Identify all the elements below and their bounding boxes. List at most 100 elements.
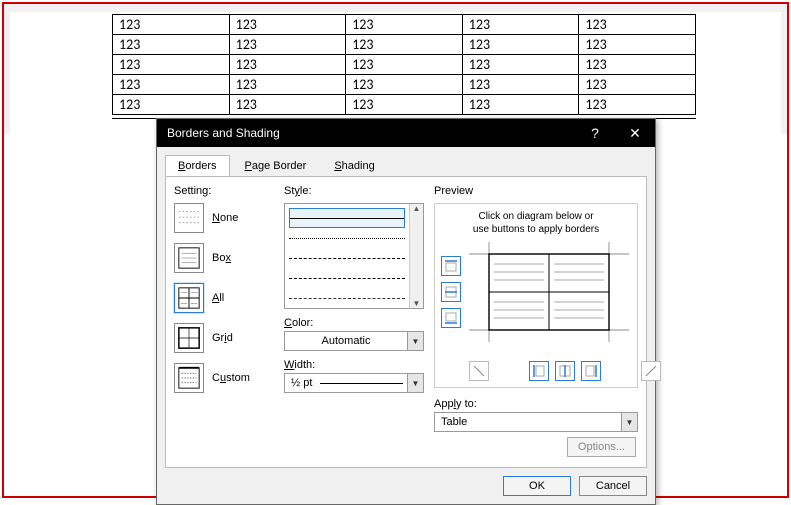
tab-borders-label: orders <box>185 160 216 172</box>
width-value: ½ pt <box>285 377 316 389</box>
ok-button[interactable]: OK <box>503 476 571 496</box>
scroll-up-icon[interactable]: ▲ <box>413 204 421 213</box>
setting-none-label: None <box>212 212 238 224</box>
color-combo[interactable]: Automatic ▼ <box>284 331 424 351</box>
border-diag-up-button[interactable] <box>641 361 661 381</box>
table-cell[interactable]: 123 <box>579 75 696 95</box>
border-right-button[interactable] <box>581 361 601 381</box>
setting-none-thumb[interactable] <box>174 203 204 233</box>
preview-hint: Click on diagram below or use buttons to… <box>441 210 631 236</box>
table-cell[interactable]: 123 <box>579 95 696 115</box>
table-row: 123 123 123 123 123 <box>113 35 696 55</box>
table-row: 123 123 123 123 123 <box>113 55 696 75</box>
setting-custom-thumb[interactable] <box>174 363 204 393</box>
tab-shading-label: hading <box>342 160 375 172</box>
color-value: Automatic <box>285 335 407 347</box>
borders-panel: Setting: None Box <box>165 176 647 468</box>
borders-and-shading-dialog: Borders and Shading ? ✕ Borders Page Bor… <box>156 118 656 505</box>
table-cell[interactable]: 123 <box>113 55 230 75</box>
style-dotted[interactable] <box>289 228 405 248</box>
document-table[interactable]: 123 123 123 123 123 123 123 123 123 123 … <box>112 14 696 115</box>
table-cell[interactable]: 123 <box>346 35 463 55</box>
setting-custom-label: Custom <box>212 372 250 384</box>
tab-page-border[interactable]: Page Border <box>232 155 320 176</box>
table-cell[interactable]: 123 <box>346 95 463 115</box>
setting-label: Setting: <box>174 185 274 197</box>
page-gap <box>10 4 781 12</box>
border-vmiddle-button[interactable] <box>555 361 575 381</box>
style-label: Style: <box>284 185 424 197</box>
table-cell[interactable]: 123 <box>462 15 579 35</box>
table-cell[interactable]: 123 <box>113 35 230 55</box>
dialog-title: Borders and Shading <box>167 126 280 140</box>
help-button[interactable]: ? <box>575 119 615 147</box>
style-dashed[interactable] <box>289 268 405 288</box>
style-dash-space[interactable] <box>289 288 405 308</box>
color-dropdown-arrow[interactable]: ▼ <box>407 332 423 350</box>
table-cell[interactable]: 123 <box>229 95 346 115</box>
border-diag-down-button[interactable] <box>469 361 489 381</box>
table-cell[interactable]: 123 <box>462 75 579 95</box>
setting-all-thumb[interactable] <box>174 283 204 313</box>
table-cell[interactable]: 123 <box>462 35 579 55</box>
style-scrollbar[interactable]: ▲ ▼ <box>409 204 423 308</box>
table-cell[interactable]: 123 <box>113 15 230 35</box>
width-dropdown-arrow[interactable]: ▼ <box>407 374 423 392</box>
table-cell[interactable]: 123 <box>579 15 696 35</box>
table-cell[interactable]: 123 <box>346 75 463 95</box>
border-top-button[interactable] <box>441 256 461 276</box>
help-icon: ? <box>591 125 599 141</box>
style-dashed-fine[interactable] <box>289 248 405 268</box>
setting-grid-label: Grid <box>212 332 233 344</box>
setting-grid-thumb[interactable] <box>174 323 204 353</box>
setting-box-label: Box <box>212 252 231 264</box>
cancel-button[interactable]: Cancel <box>579 476 647 496</box>
table-cell[interactable]: 123 <box>579 55 696 75</box>
apply-to-label: Apply to: <box>434 398 638 410</box>
table-cell[interactable]: 123 <box>462 95 579 115</box>
scroll-down-icon[interactable]: ▼ <box>413 299 421 308</box>
dialog-tabstrip: Borders Page Border Shading <box>157 147 655 176</box>
table-cell[interactable]: 123 <box>229 75 346 95</box>
setting-box-thumb[interactable] <box>174 243 204 273</box>
tab-shading[interactable]: Shading <box>321 155 387 176</box>
apply-to-value: Table <box>435 416 621 428</box>
border-hmiddle-button[interactable] <box>441 282 461 302</box>
options-button[interactable]: Options... <box>567 437 636 457</box>
table-row: 123 123 123 123 123 <box>113 75 696 95</box>
apply-to-dropdown-arrow[interactable]: ▼ <box>621 413 637 431</box>
table-cell[interactable]: 123 <box>113 75 230 95</box>
close-button[interactable]: ✕ <box>615 119 655 147</box>
ruler-gutter-right <box>781 4 787 134</box>
style-listbox[interactable]: ▲ ▼ <box>284 203 424 309</box>
color-label: Color: <box>284 317 424 329</box>
table-cell[interactable]: 123 <box>346 15 463 35</box>
width-label: Width: <box>284 359 424 371</box>
ruler-gutter-left <box>4 4 10 134</box>
table-cell[interactable]: 123 <box>229 55 346 75</box>
close-icon: ✕ <box>629 125 641 142</box>
preview-box: Click on diagram below or use buttons to… <box>434 203 638 388</box>
table-cell[interactable]: 123 <box>113 95 230 115</box>
table-row: 123 123 123 123 123 <box>113 95 696 115</box>
width-combo[interactable]: ½ pt ▼ <box>284 373 424 393</box>
table-cell[interactable]: 123 <box>579 35 696 55</box>
style-solid[interactable] <box>289 208 405 228</box>
table-cell[interactable]: 123 <box>462 55 579 75</box>
width-sample-line <box>320 383 403 384</box>
dialog-titlebar[interactable]: Borders and Shading ? ✕ <box>157 119 655 147</box>
tab-page-border-accel: P <box>245 160 252 172</box>
table-cell[interactable]: 123 <box>229 35 346 55</box>
border-left-button[interactable] <box>529 361 549 381</box>
apply-to-combo[interactable]: Table ▼ <box>434 412 638 432</box>
tab-borders[interactable]: Borders <box>165 155 230 176</box>
preview-label: Preview <box>434 185 638 197</box>
table-row: 123 123 123 123 123 <box>113 15 696 35</box>
tab-shading-accel: S <box>334 160 341 172</box>
preview-diagram[interactable] <box>469 242 629 342</box>
document-area: 123 123 123 123 123 123 123 123 123 123 … <box>4 4 787 134</box>
table-cell[interactable]: 123 <box>229 15 346 35</box>
setting-all-label: All <box>212 292 224 304</box>
table-cell[interactable]: 123 <box>346 55 463 75</box>
border-bottom-button[interactable] <box>441 308 461 328</box>
